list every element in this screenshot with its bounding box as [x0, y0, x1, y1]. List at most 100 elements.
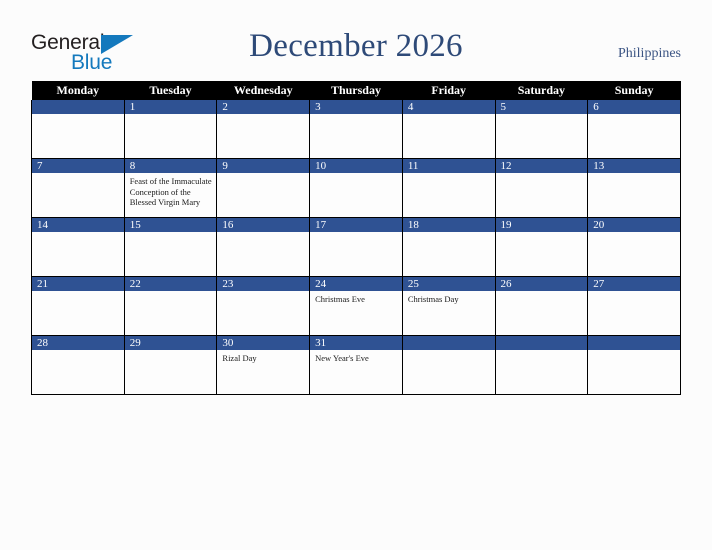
day-cell-inner: 17 [310, 218, 402, 276]
day-cell-inner [588, 336, 680, 394]
page-title: December 2026 [249, 28, 463, 64]
day-cell-inner: 31 New Year's Eve [310, 336, 402, 394]
day-cell-19[interactable]: 19 [494, 217, 589, 277]
day-cell-inner: 16 [217, 218, 310, 276]
weekday-header-wednesday: Wednesday [216, 81, 310, 100]
day-cell-14[interactable]: 14 [31, 217, 125, 277]
day-cell-inner: 11 [402, 159, 495, 217]
day-number [402, 336, 495, 350]
event-item[interactable]: New Year's Eve [315, 353, 398, 364]
day-cell-empty[interactable] [494, 335, 589, 395]
day-cell-6[interactable]: 6 [587, 100, 681, 159]
calendar-grid: Monday Tuesday Wednesday Thursday Friday Satu… [31, 81, 681, 395]
weekday-header-friday: Friday [402, 81, 496, 100]
day-cell-13[interactable]: 13 [587, 158, 681, 218]
day-cell-empty[interactable] [31, 100, 125, 159]
day-cell-inner: 25 Christmas Day [402, 277, 495, 335]
day-number: 16 [217, 218, 310, 232]
day-cell-21[interactable]: 21 [31, 276, 125, 336]
day-number: 8 [124, 159, 217, 173]
day-cell-inner: 29 [124, 336, 217, 394]
day-cell-inner: 20 [588, 218, 680, 276]
day-number [495, 336, 588, 350]
event-item[interactable]: Feast of the Immaculate Conception of th… [130, 176, 213, 208]
day-number: 25 [402, 277, 495, 291]
day-number: 30 [217, 336, 310, 350]
event-list: New Year's Eve [310, 350, 402, 364]
day-cell-26[interactable]: 26 [494, 276, 589, 336]
day-cell-inner: 7 [32, 159, 124, 217]
day-number: 1 [124, 100, 217, 114]
day-cell-inner: 2 [217, 100, 310, 158]
day-cell-9[interactable]: 9 [216, 158, 311, 218]
day-number: 28 [32, 336, 124, 350]
day-cell-30[interactable]: 30 Rizal Day [216, 335, 311, 395]
page-header: General Blue December 2026 Philippines [0, 0, 712, 78]
day-number: 18 [402, 218, 495, 232]
day-number: 9 [217, 159, 310, 173]
day-cell-11[interactable]: 11 [401, 158, 496, 218]
country-label: Philippines [617, 46, 681, 61]
day-cell-inner: 26 [495, 277, 588, 335]
calendar-header-row: Monday Tuesday Wednesday Thursday Friday Satu… [31, 81, 681, 100]
day-cell-20[interactable]: 20 [587, 217, 681, 277]
day-cell-empty[interactable] [401, 335, 496, 395]
day-cell-18[interactable]: 18 [401, 217, 496, 277]
day-cell-3[interactable]: 3 [309, 100, 403, 159]
day-cell-5[interactable]: 5 [494, 100, 589, 159]
day-number: 31 [310, 336, 402, 350]
day-cell-16[interactable]: 16 [216, 217, 311, 277]
calendar-week-row: 7 8 Feast of the Immaculate Conception of … [31, 158, 681, 218]
day-number: 10 [310, 159, 402, 173]
day-number: 15 [124, 218, 217, 232]
day-cell-inner: 13 [588, 159, 680, 217]
day-cell-inner: 28 [32, 336, 124, 394]
day-number: 7 [32, 159, 124, 173]
day-cell-inner: 1 [124, 100, 217, 158]
day-cell-inner [402, 336, 495, 394]
event-list: Christmas Eve [310, 291, 402, 305]
day-cell-10[interactable]: 10 [309, 158, 403, 218]
day-cell-inner: 27 [588, 277, 680, 335]
day-cell-inner: 8 Feast of the Immaculate Conception of t… [124, 159, 217, 217]
day-cell-7[interactable]: 7 [31, 158, 125, 218]
day-cell-24[interactable]: 24 Christmas Eve [309, 276, 403, 336]
day-cell-12[interactable]: 12 [494, 158, 589, 218]
day-number: 14 [32, 218, 124, 232]
day-cell-4[interactable]: 4 [401, 100, 496, 159]
day-cell-inner: 10 [310, 159, 402, 217]
day-cell-inner [32, 100, 124, 158]
event-item[interactable]: Rizal Day [222, 353, 305, 364]
day-cell-23[interactable]: 23 [216, 276, 311, 336]
calendar-week-row: 28 29 30 Rizal Day 31 New Year's Eve [31, 335, 681, 395]
day-number: 29 [124, 336, 217, 350]
calendar-body: 1 2 3 4 5 6 7 8 Feast of the Immaculate Concepti… [31, 100, 681, 395]
day-number: 2 [217, 100, 310, 114]
day-number: 20 [588, 218, 680, 232]
day-cell-25[interactable]: 25 Christmas Day [401, 276, 496, 336]
event-list: Christmas Day [403, 291, 495, 305]
event-item[interactable]: Christmas Day [408, 294, 491, 305]
day-cell-29[interactable]: 29 [123, 335, 218, 395]
day-cell-empty[interactable] [587, 335, 681, 395]
day-cell-22[interactable]: 22 [123, 276, 218, 336]
event-list: Rizal Day [217, 350, 309, 364]
day-number [588, 336, 680, 350]
weekday-header-monday: Monday [31, 81, 125, 100]
day-cell-27[interactable]: 27 [587, 276, 681, 336]
weekday-header-tuesday: Tuesday [124, 81, 217, 100]
day-cell-28[interactable]: 28 [31, 335, 125, 395]
event-item[interactable]: Christmas Eve [315, 294, 398, 305]
day-number: 23 [217, 277, 310, 291]
day-cell-2[interactable]: 2 [216, 100, 311, 159]
day-cell-31[interactable]: 31 New Year's Eve [309, 335, 403, 395]
day-cell-1[interactable]: 1 [123, 100, 218, 159]
day-number: 11 [402, 159, 495, 173]
day-cell-15[interactable]: 15 [123, 217, 218, 277]
day-cell-inner: 19 [495, 218, 588, 276]
day-number: 22 [124, 277, 217, 291]
weekday-header-thursday: Thursday [309, 81, 403, 100]
day-number: 19 [495, 218, 588, 232]
day-cell-8[interactable]: 8 Feast of the Immaculate Conception of t… [123, 158, 218, 218]
day-cell-17[interactable]: 17 [309, 217, 403, 277]
